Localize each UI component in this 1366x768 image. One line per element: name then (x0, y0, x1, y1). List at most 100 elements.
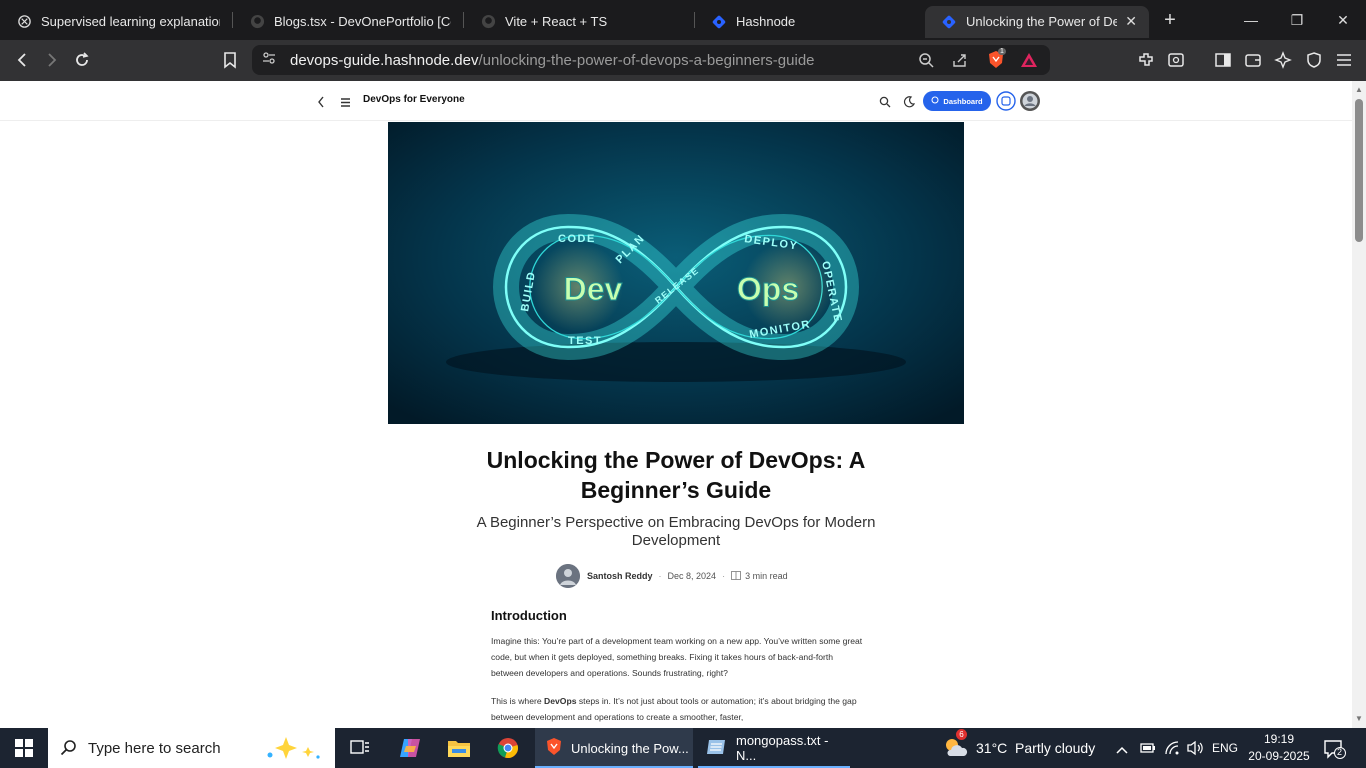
sparkle-icon (1274, 51, 1292, 69)
show-hidden-icons-chevron[interactable] (1116, 742, 1128, 760)
tab-label: Vite + React + TS (505, 14, 608, 29)
hashnode-ai-icon[interactable] (996, 91, 1016, 116)
dashboard-icon (931, 96, 939, 106)
weather-icon: 6 (942, 728, 968, 761)
article-meta: Santosh Reddy · Dec 8, 2024 · 3 min read (556, 564, 788, 588)
notepad-icon (706, 738, 728, 759)
scroll-up-icon[interactable]: ▲ (1355, 85, 1363, 94)
reader-icon (1168, 53, 1184, 67)
url-text: devops-guide.hashnode.dev/unlocking-the-… (290, 52, 815, 69)
close-tab-icon[interactable]: ✕ (1125, 13, 1137, 30)
sidebar-icon (1215, 53, 1231, 67)
blog-menu-icon[interactable] (340, 95, 351, 113)
weather-widget[interactable]: 6 31°C Partly cloudy (942, 728, 1095, 768)
share-icon[interactable] (952, 52, 968, 73)
article-title: Unlocking the Power of DevOps: A Beginne… (486, 447, 866, 503)
dark-mode-icon[interactable] (903, 95, 916, 113)
tab-blogs-tsx[interactable]: Blogs.tsx - DevOnePortfolio [Code (233, 6, 463, 38)
reload-button[interactable] (67, 45, 97, 75)
shields-badge: 1 (998, 48, 1006, 55)
puzzle-icon (1139, 53, 1153, 66)
tab-unlocking-devops[interactable]: Unlocking the Power of DevO ✕ (925, 5, 1149, 38)
window-controls: — ❐ ✕ (1228, 0, 1366, 40)
brave-rewards-icon[interactable] (1020, 52, 1038, 73)
close-window-button[interactable]: ✕ (1320, 0, 1366, 40)
author-avatar[interactable] (556, 564, 580, 588)
article-subtitle: A Beginner’s Perspective on Embracing De… (476, 514, 876, 549)
hero-dev-text: Dev (564, 271, 623, 307)
weather-badge: 6 (956, 728, 967, 740)
back-button[interactable] (7, 45, 37, 75)
input-language[interactable]: ENG (1212, 728, 1238, 768)
extensions-button[interactable] (1131, 45, 1161, 75)
address-bar[interactable]: devops-guide.hashnode.dev/unlocking-the-… (252, 45, 1050, 75)
windows-start-icon[interactable] (15, 739, 33, 762)
page-scrollbar[interactable]: ▲ ▼ (1352, 81, 1366, 728)
scroll-down-icon[interactable]: ▼ (1355, 714, 1363, 723)
github-icon (480, 14, 496, 30)
bookmark-button[interactable] (215, 45, 245, 75)
url-path: /unlocking-the-power-of-devops-a-beginne… (478, 51, 815, 69)
minimize-button[interactable]: — (1228, 0, 1274, 40)
back-chevron-icon[interactable] (317, 95, 325, 113)
book-icon (731, 570, 742, 582)
brave-shields-icon[interactable]: 1 (987, 48, 1006, 75)
new-tab-button[interactable]: + (1155, 9, 1185, 32)
taskbar-app-label: Unlocking the Pow... (571, 740, 689, 756)
clock-date: 20-09-2025 (1248, 749, 1310, 763)
battery-icon[interactable] (1140, 741, 1156, 760)
clock[interactable]: 19:19 20-09-2025 (1248, 731, 1310, 765)
weather-text: 31°C Partly cloudy (976, 740, 1096, 756)
copilot-icon[interactable] (398, 737, 422, 764)
volume-icon[interactable] (1186, 740, 1204, 761)
menu-button[interactable] (1329, 45, 1359, 75)
author-name[interactable]: Santosh Reddy (587, 571, 653, 581)
back-arrow-icon (17, 53, 26, 67)
article-body: Introduction Imagine this: You’re part o… (491, 608, 863, 728)
dashboard-label: Dashboard (943, 96, 983, 106)
blog-name[interactable]: DevOps for Everyone (363, 94, 465, 105)
reload-icon (76, 52, 89, 66)
vpn-button[interactable] (1299, 45, 1329, 75)
site-settings-icon[interactable] (262, 51, 276, 70)
user-avatar[interactable] (1020, 91, 1040, 116)
tab-hashnode[interactable]: Hashnode (695, 6, 917, 38)
devops-bold: DevOps (544, 696, 577, 706)
chatgpt-icon (16, 14, 32, 30)
scroll-thumb[interactable] (1355, 99, 1363, 242)
notifications-icon[interactable]: 2 (1324, 739, 1346, 764)
zoom-icon[interactable] (918, 52, 934, 73)
notification-count: 2 (1337, 747, 1343, 757)
windows-taskbar: Type here to search Unlocking the Pow...… (0, 728, 1366, 768)
taskbar-app-label: mongopass.txt - N... (736, 733, 829, 763)
network-icon[interactable] (1164, 740, 1180, 761)
chrome-icon[interactable] (497, 737, 519, 764)
hero-ops-text: Ops (737, 271, 799, 307)
brave-icon (545, 737, 563, 760)
restore-button[interactable]: ❐ (1274, 0, 1320, 40)
wallet-button[interactable] (1238, 45, 1268, 75)
tab-strip: Supervised learning explanation Blogs.ts… (0, 0, 1366, 40)
leo-ai-button[interactable] (1268, 45, 1298, 75)
tab-chatgpt[interactable]: Supervised learning explanation (0, 6, 232, 38)
taskbar-app-brave[interactable]: Unlocking the Pow... (535, 728, 693, 768)
hamburger-icon (1337, 54, 1351, 66)
tab-vite-react[interactable]: Vite + React + TS (464, 6, 694, 38)
taskbar-search-input[interactable]: Type here to search (48, 728, 335, 768)
dashboard-button[interactable]: Dashboard (923, 91, 991, 111)
search-icon[interactable] (879, 95, 891, 113)
reader-mode-button[interactable] (1161, 45, 1191, 75)
publish-date: Dec 8, 2024 (667, 571, 717, 581)
task-view-icon[interactable] (350, 739, 370, 762)
paragraph-devops: This is where DevOps steps in. It’s not … (491, 693, 863, 725)
file-explorer-icon[interactable] (447, 738, 471, 763)
meta-separator: · (658, 571, 662, 581)
tab-label: Blogs.tsx - DevOnePortfolio [Code (274, 14, 451, 29)
shield-icon (1307, 52, 1321, 68)
blog-header: DevOps for Everyone Dashboard (0, 81, 1352, 121)
url-domain: devops-guide.hashnode.dev (290, 51, 479, 69)
forward-button[interactable] (37, 45, 67, 75)
taskbar-app-notepad[interactable]: mongopass.txt - N... (698, 728, 850, 768)
sidebar-button[interactable] (1208, 45, 1238, 75)
search-highlight-icon (264, 735, 326, 766)
